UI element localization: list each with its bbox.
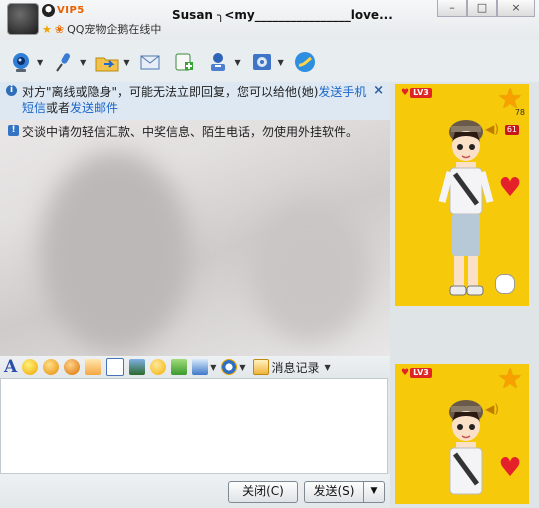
heart-icon: ♥	[401, 368, 410, 378]
contact-avatar[interactable]	[8, 4, 38, 34]
emoji-icon[interactable]	[22, 359, 39, 375]
background-photo-hand	[250, 202, 370, 342]
chevron-down-icon[interactable]: ▼	[210, 363, 216, 372]
chevron-down-icon[interactable]: ▼	[239, 363, 245, 372]
send-mail-button[interactable]	[137, 49, 163, 75]
send-sms-button[interactable]	[171, 49, 197, 75]
chat-toolbar: ▼ ▼ ▼ ▼ ▼	[0, 42, 390, 82]
chevron-down-icon[interactable]: ▼	[37, 58, 43, 67]
chevron-down-icon[interactable]: ▼	[123, 58, 129, 67]
chevron-down-icon[interactable]: ▼	[278, 58, 284, 67]
send-email-link[interactable]: 发送邮件	[70, 101, 118, 115]
picture-icon[interactable]	[129, 359, 146, 375]
send-options-button[interactable]: ▼	[363, 481, 385, 503]
send-button[interactable]: 发送(S)	[304, 481, 364, 503]
close-button[interactable]: 关闭(C)	[228, 481, 298, 503]
pet-icon: ❀	[54, 22, 65, 36]
font-icon[interactable]: A	[4, 358, 17, 376]
message-record-label: 消息记录	[271, 360, 320, 375]
close-icon[interactable]: ×	[373, 83, 384, 99]
soso-icon[interactable]	[221, 359, 238, 375]
qzone-button[interactable]	[292, 49, 318, 75]
vip-indicator: VIP5	[42, 4, 85, 17]
level-badge: ♥ LV3	[401, 88, 432, 98]
contact-name: Susan ╮<my________________love...	[172, 8, 393, 22]
message-record-icon	[252, 359, 269, 375]
qzone-icon	[292, 49, 318, 75]
magic-emoji-icon[interactable]	[43, 359, 60, 375]
security-notice: ! 交谈中请勿轻信汇款、中奖信息、陌生电话，勿使用外挂软件。	[4, 122, 386, 142]
remote-assist-icon	[205, 49, 231, 75]
qq-show-panel: ♥ LV3 ★ 78 ◀) 61 ♥ ♥ LV3 ★ ◀) ♥	[390, 82, 539, 508]
avatar-figure	[438, 120, 494, 296]
screenshot-icon[interactable]	[192, 359, 209, 375]
level-text: LV3	[410, 368, 432, 378]
heart-icon[interactable]: ♥	[497, 175, 523, 201]
app-settings-button[interactable]: ▼	[249, 49, 284, 75]
shield-icon: !	[8, 125, 19, 136]
voice-message-icon[interactable]	[85, 359, 102, 375]
handwriting-icon[interactable]	[106, 358, 125, 376]
window-controls: – □ ×	[437, 0, 535, 17]
remote-assist-button[interactable]: ▼	[205, 49, 241, 75]
chevron-down-icon: ▼	[324, 362, 331, 372]
vip-badge: VIP5	[57, 5, 85, 16]
level-badge: ♥ LV3	[401, 368, 432, 378]
offline-notice: i 对方"离线或隐身"，可能无法立即回复，您可以给他(她)发送手机短信或者发送邮…	[0, 82, 390, 120]
music-icon[interactable]	[150, 359, 167, 375]
offline-notice-or: 或者	[46, 101, 71, 115]
app-settings-icon	[249, 49, 275, 75]
background-photo	[40, 152, 190, 352]
security-notice-text: 交谈中请勿轻信汇款、中奖信息、陌生电话，勿使用外挂软件。	[22, 125, 359, 139]
gift-icon[interactable]	[171, 359, 188, 375]
chat-history[interactable]: i 对方"离线或隐身"，可能无法立即回复，您可以给他(她)发送手机短信或者发送邮…	[0, 82, 390, 356]
shake-icon[interactable]	[64, 359, 81, 375]
level-text: LV3	[410, 88, 432, 98]
title-bar: VIP5 ★ ❀ QQ宠物企鹅在线中 Susan ╮<my___________…	[0, 0, 539, 40]
format-toolbar: A ▼ ▼ 消息记录 ▼	[0, 356, 390, 378]
status-text: QQ宠物企鹅在线中	[67, 23, 162, 36]
star-icon[interactable]: ★	[497, 365, 523, 393]
message-record-button[interactable]: 消息记录 ▼	[252, 359, 331, 376]
status-line: ★ ❀ QQ宠物企鹅在线中	[42, 21, 161, 37]
penguin-icon	[42, 4, 55, 17]
file-transfer-button[interactable]: ▼	[94, 49, 129, 75]
maximize-button[interactable]: □	[467, 0, 497, 17]
microphone-icon	[51, 49, 77, 75]
self-qq-show[interactable]: ♥ LV3 ★ ◀) ♥	[395, 364, 529, 504]
pet-dog-icon	[495, 274, 515, 294]
folder-transfer-icon	[94, 49, 120, 75]
contact-qq-show[interactable]: ♥ LV3 ★ 78 ◀) 61 ♥	[395, 84, 529, 306]
close-window-button[interactable]: ×	[497, 0, 535, 17]
star-count: 78	[514, 108, 525, 117]
voice-chat-button[interactable]: ▼	[51, 49, 86, 75]
chevron-down-icon[interactable]: ▼	[80, 58, 86, 67]
bottom-bar: 关闭(C) 发送(S) ▼	[0, 474, 390, 508]
qq-chat-window: VIP5 ★ ❀ QQ宠物企鹅在线中 Susan ╮<my___________…	[0, 0, 539, 508]
mail-icon	[137, 49, 163, 75]
volume-badge: 61	[504, 125, 519, 135]
message-input[interactable]	[0, 378, 388, 474]
avatar-figure	[449, 400, 483, 495]
minimize-button[interactable]: –	[437, 0, 467, 17]
offline-notice-text: 对方"离线或隐身"，可能无法立即回复，您可以给他(她)	[22, 85, 319, 99]
sms-icon	[171, 49, 197, 75]
heart-icon: ♥	[401, 88, 410, 98]
heart-icon[interactable]: ♥	[497, 455, 523, 481]
webcam-icon	[8, 49, 34, 75]
info-icon: i	[6, 85, 17, 96]
video-chat-button[interactable]: ▼	[8, 49, 43, 75]
star-icon: ★	[42, 22, 52, 36]
chevron-down-icon[interactable]: ▼	[234, 58, 240, 67]
